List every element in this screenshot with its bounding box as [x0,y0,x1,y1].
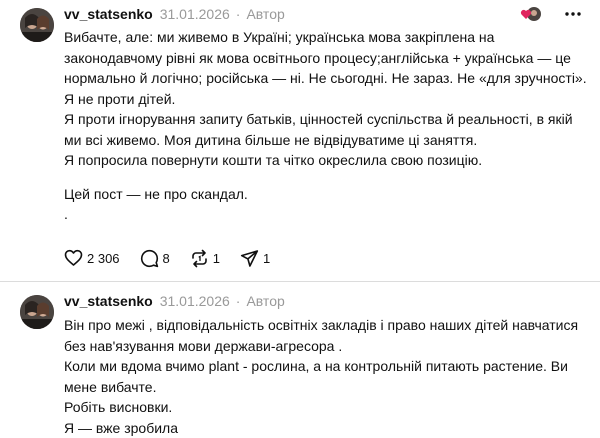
dot-separator: · [236,293,241,309]
like-button[interactable]: 2 306 [64,248,120,268]
repost-button[interactable]: 1 [190,248,220,268]
heart-icon [64,249,83,267]
post-paragraph: Я проти ігнорування запиту батьків, цінн… [64,109,588,150]
post-date[interactable]: 31.01.2026 [160,293,230,309]
post-body: Вибачте, але: ми живемо в Україні; украї… [64,27,588,225]
username[interactable]: vv_statsenko [64,293,153,309]
author-badge: Автор [246,6,284,22]
avatar[interactable] [20,295,54,329]
post-paragraph: Я попросила повернути кошти та чітко окр… [64,150,588,171]
post-date[interactable]: 31.01.2026 [160,6,230,22]
post-paragraph: Коли ми вдома вчимо plant - рослина, а н… [64,356,588,397]
post-paragraph: Я — вже зробила [64,418,588,438]
more-icon[interactable] [562,4,584,24]
comment-icon [140,249,159,268]
avatar[interactable] [20,8,54,42]
post-paragraph: Цей пост — не про скандал. [64,184,588,205]
comment-count: 8 [163,251,170,266]
like-count: 2 306 [87,251,120,266]
post-header: vv_statsenko 31.01.2026 · Автор [64,293,285,311]
dot-separator: · [236,6,241,22]
heart-avatar-badge-icon [520,6,542,22]
share-count: 1 [263,251,270,266]
post-paragraph: . [64,204,588,225]
comment-button[interactable]: 8 [140,248,170,268]
post-paragraph: Я не проти дітей. [64,89,588,110]
post-header: vv_statsenko 31.01.2026 · Автор [64,6,285,24]
share-button[interactable]: 1 [240,248,270,268]
username[interactable]: vv_statsenko [64,6,153,22]
post: vv_statsenko 31.01.2026 · Автор Вибачте,… [0,0,600,282]
repost-icon [190,249,209,268]
author-badge: Автор [246,293,284,309]
post-paragraph: Робіть висновки. [64,397,588,418]
share-icon [240,249,259,268]
post-paragraph: Він про межі , відповідальність освітніх… [64,315,588,356]
post-paragraph: Вибачте, але: ми живемо в Україні; украї… [64,27,588,89]
post-body: Він про межі , відповідальність освітніх… [64,315,588,438]
repost-count: 1 [213,251,220,266]
post-actions: 2 306 8 1 1 [64,248,290,268]
post: vv_statsenko 31.01.2026 · Автор Він про … [0,282,600,436]
